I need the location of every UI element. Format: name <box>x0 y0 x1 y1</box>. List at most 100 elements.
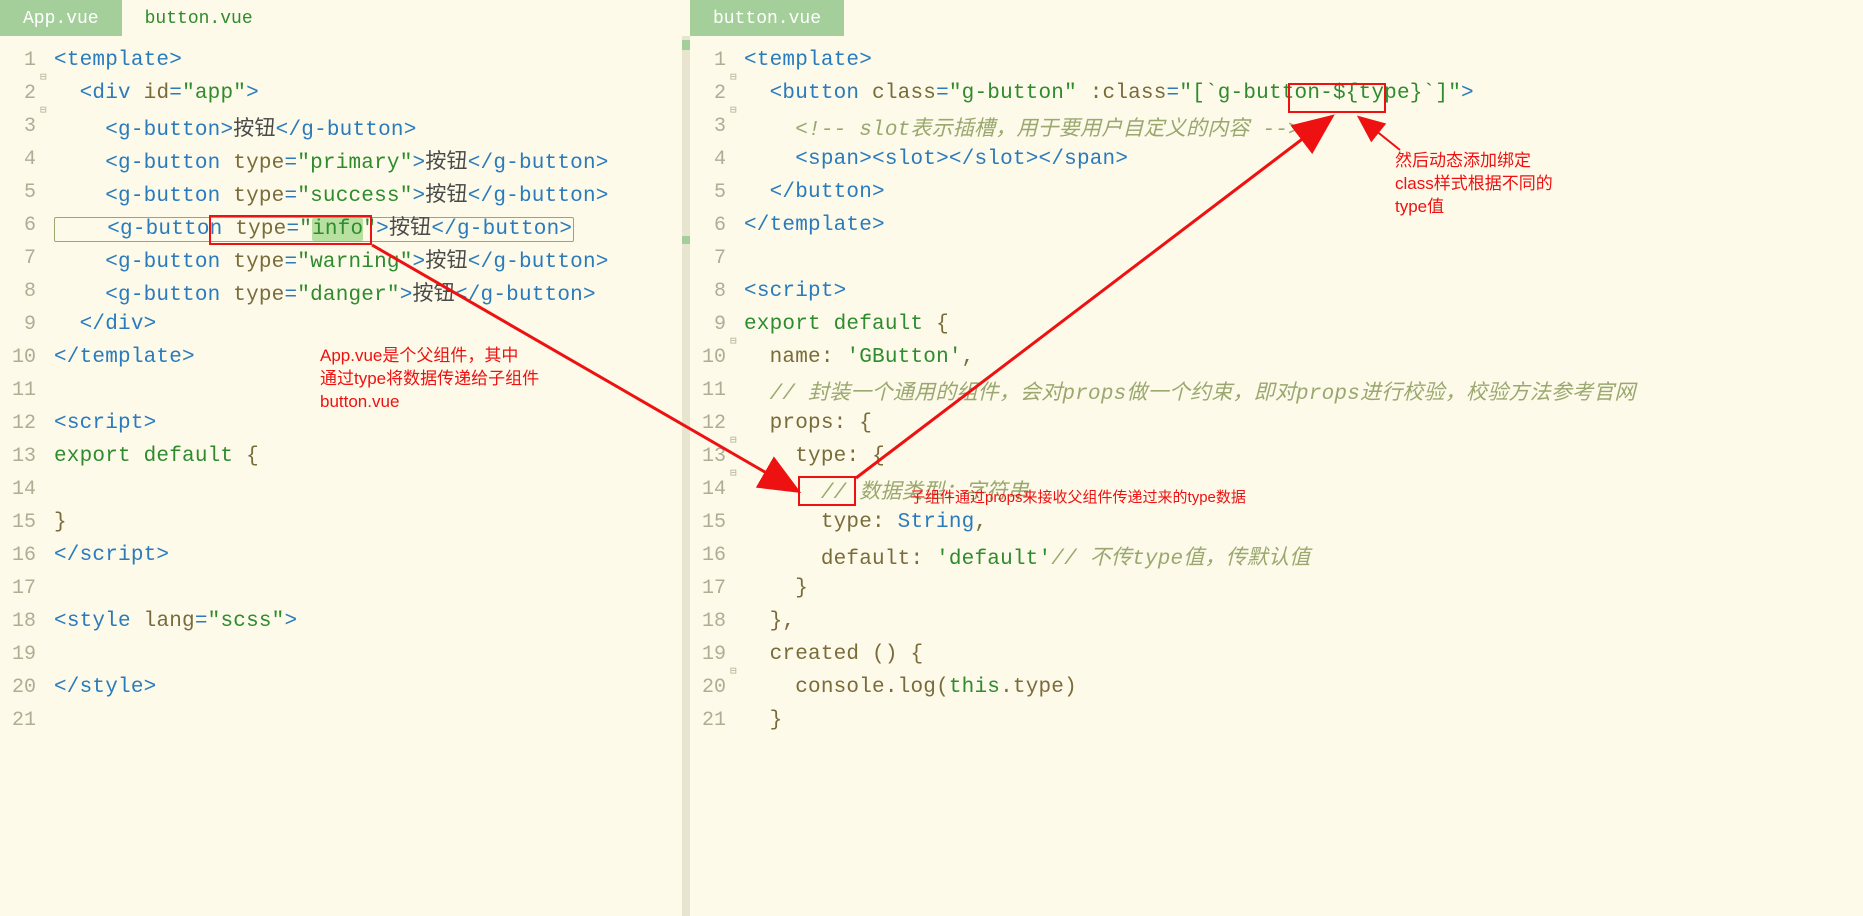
line-number: 17 <box>690 577 730 600</box>
code-content[interactable]: name: 'GButton', <box>744 346 1863 369</box>
code-line[interactable]: 2 <div id="app"> <box>0 77 690 110</box>
line-number: 4 <box>690 148 730 171</box>
code-line[interactable]: 18 }, <box>690 605 1863 638</box>
editor-left[interactable]: 1<template>2 <div id="app">3 <g-button>按… <box>0 36 690 916</box>
code-line[interactable]: 3 <g-button>按钮</g-button> <box>0 110 690 143</box>
code-line[interactable]: 5 <g-button type="success">按钮</g-button> <box>0 176 690 209</box>
code-content[interactable]: <template> <box>54 49 690 72</box>
code-content[interactable]: } <box>744 577 1863 600</box>
editor-right[interactable]: 1<template>2 <button class="g-button" :c… <box>690 36 1863 916</box>
tabs-right: button.vue <box>690 0 1863 36</box>
code-content[interactable]: <g-button type="success">按钮</g-button> <box>54 178 690 208</box>
code-content[interactable]: export default { <box>54 445 690 468</box>
code-line[interactable]: 5 </button> <box>690 176 1863 209</box>
code-content[interactable]: </template> <box>744 214 1863 237</box>
code-line[interactable]: 17 } <box>690 572 1863 605</box>
code-line[interactable]: 14 // 数据类型：字符串 <box>690 473 1863 506</box>
code-content[interactable]: <g-button type="danger">按钮</g-button> <box>54 277 690 307</box>
code-content[interactable]: <template> <box>744 49 1863 72</box>
code-line[interactable]: 1<template> <box>690 44 1863 77</box>
code-line[interactable]: 18 <style lang="scss"> <box>0 605 690 638</box>
code-line[interactable]: 19 <box>0 638 690 671</box>
code-content[interactable]: }, <box>744 610 1863 633</box>
code-content[interactable]: } <box>744 709 1863 732</box>
line-number: 14 <box>690 478 730 501</box>
code-line[interactable]: 16 </script> <box>0 539 690 572</box>
line-number: 9 <box>690 313 730 336</box>
line-number: 14 <box>0 478 40 501</box>
line-number: 5 <box>0 181 40 204</box>
line-number: 16 <box>0 544 40 567</box>
code-content[interactable]: <script> <box>744 280 1863 303</box>
code-content[interactable]: created () { <box>744 643 1863 666</box>
code-content[interactable]: <script> <box>54 412 690 435</box>
app-root: App.vue button.vue 1<template>2 <div id=… <box>0 0 1863 916</box>
code-content[interactable]: // 封装一个通用的组件，会对props做一个约束，即对props进行校验，校验… <box>744 376 1863 406</box>
code-content[interactable]: </script> <box>54 544 690 567</box>
code-line[interactable]: 8<script> <box>690 275 1863 308</box>
code-line[interactable]: 13export default { <box>0 440 690 473</box>
code-line[interactable]: 6 <g-button type="info">按钮</g-button> <box>0 209 690 242</box>
line-number: 21 <box>690 709 730 732</box>
tab-app-vue[interactable]: App.vue <box>0 0 122 36</box>
code-content[interactable]: export default { <box>744 313 1863 336</box>
code-line[interactable]: 11 // 封装一个通用的组件，会对props做一个约束，即对props进行校验… <box>690 374 1863 407</box>
code-line[interactable]: 1<template> <box>0 44 690 77</box>
code-content[interactable]: type: String, <box>744 511 1863 534</box>
code-line[interactable]: 20 console.log(this.type) <box>690 671 1863 704</box>
code-line[interactable]: 17 <box>0 572 690 605</box>
code-line[interactable]: 6 </template> <box>690 209 1863 242</box>
code-line[interactable]: 21 <box>0 704 690 737</box>
code-content[interactable]: <button class="g-button" :class="[`g-but… <box>744 82 1863 105</box>
code-content[interactable]: } <box>54 511 690 534</box>
code-content[interactable]: props: { <box>744 412 1863 435</box>
line-number: 2 <box>0 82 40 105</box>
code-line[interactable]: 20</style> <box>0 671 690 704</box>
code-line[interactable]: 21 } <box>690 704 1863 737</box>
code-line[interactable]: 4 <g-button type="primary">按钮</g-button> <box>0 143 690 176</box>
code-content[interactable]: <div id="app"> <box>54 82 690 105</box>
code-line[interactable]: 19 created () { <box>690 638 1863 671</box>
code-content[interactable]: <g-button type="info">按钮</g-button> <box>54 211 690 241</box>
code-line[interactable]: 15 type: String, <box>690 506 1863 539</box>
code-content[interactable]: <!-- slot表示插槽，用于要用户自定义的内容 --> <box>744 112 1863 142</box>
code-line[interactable]: 10</template> <box>0 341 690 374</box>
line-number: 6 <box>690 214 730 237</box>
line-number: 10 <box>690 346 730 369</box>
code-line[interactable]: 16 default: 'default'// 不传type值，传默认值 <box>690 539 1863 572</box>
code-content[interactable]: </style> <box>54 676 690 699</box>
code-content[interactable]: </template> <box>54 346 690 369</box>
scrollmap-left[interactable] <box>682 36 690 916</box>
code-line[interactable]: 2 <button class="g-button" :class="[`g-b… <box>690 77 1863 110</box>
code-line[interactable]: 8 <g-button type="danger">按钮</g-button> <box>0 275 690 308</box>
code-content[interactable]: <span><slot></slot></span> <box>744 148 1863 171</box>
code-line[interactable]: 7 <box>690 242 1863 275</box>
code-line[interactable]: 12<script> <box>0 407 690 440</box>
code-line[interactable]: 13 type: { <box>690 440 1863 473</box>
code-line[interactable]: 11 <box>0 374 690 407</box>
code-content[interactable]: <g-button>按钮</g-button> <box>54 112 690 142</box>
code-line[interactable]: 12 props: { <box>690 407 1863 440</box>
code-content[interactable]: default: 'default'// 不传type值，传默认值 <box>744 541 1863 571</box>
line-number: 5 <box>690 181 730 204</box>
code-line[interactable]: 15} <box>0 506 690 539</box>
code-line[interactable]: 9 </div> <box>0 308 690 341</box>
code-content[interactable]: console.log(this.type) <box>744 676 1863 699</box>
code-line[interactable]: 4 <span><slot></slot></span> <box>690 143 1863 176</box>
code-line[interactable]: 10 name: 'GButton', <box>690 341 1863 374</box>
code-line[interactable]: 7 <g-button type="warning">按钮</g-button> <box>0 242 690 275</box>
line-number: 9 <box>0 313 40 336</box>
code-content[interactable]: // 数据类型：字符串 <box>744 475 1863 505</box>
tab-button-vue-right[interactable]: button.vue <box>690 0 844 36</box>
code-line[interactable]: 9 export default { <box>690 308 1863 341</box>
line-number: 18 <box>0 610 40 633</box>
code-content[interactable]: <style lang="scss"> <box>54 610 690 633</box>
code-line[interactable]: 14 <box>0 473 690 506</box>
code-content[interactable]: <g-button type="primary">按钮</g-button> <box>54 145 690 175</box>
code-content[interactable]: <g-button type="warning">按钮</g-button> <box>54 244 690 274</box>
code-content[interactable]: type: { <box>744 445 1863 468</box>
code-content[interactable]: </button> <box>744 181 1863 204</box>
code-content[interactable]: </div> <box>54 313 690 336</box>
tab-button-vue-left[interactable]: button.vue <box>122 0 276 36</box>
code-line[interactable]: 3 <!-- slot表示插槽，用于要用户自定义的内容 --> <box>690 110 1863 143</box>
